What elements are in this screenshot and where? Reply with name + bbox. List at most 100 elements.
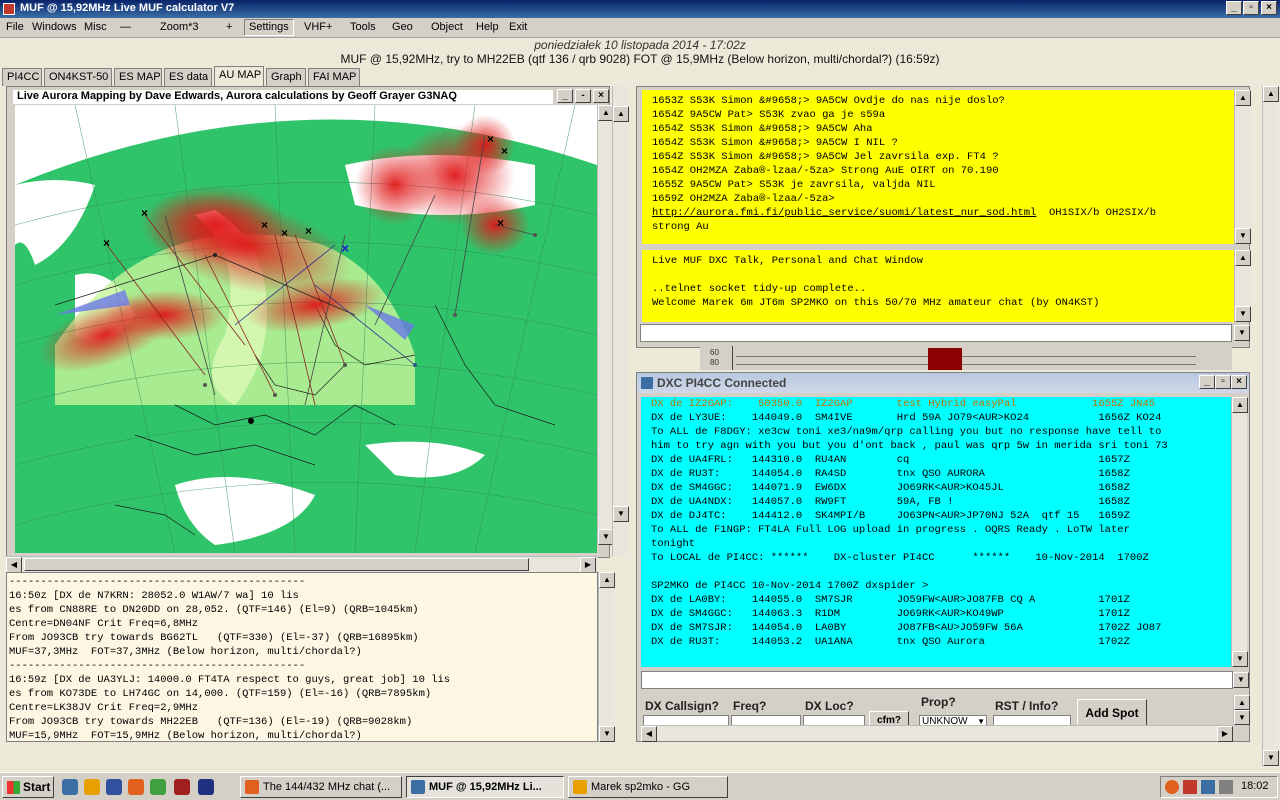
chat-bottom-scroll-up[interactable]: ▲: [1235, 250, 1251, 266]
chat-bottom-vscroll[interactable]: ▲ ▼: [1234, 250, 1251, 322]
dxc-form-scroll-down[interactable]: ▼: [1234, 710, 1250, 725]
dxc-close-button[interactable]: ×: [1231, 375, 1247, 389]
map-close-button[interactable]: ×: [593, 89, 609, 103]
menu-object[interactable]: Object: [431, 21, 463, 33]
chrome-icon[interactable]: [150, 779, 166, 795]
dxc-scroll-down[interactable]: ▼: [1232, 651, 1248, 667]
prop-label: Prop?: [921, 695, 956, 709]
app-quick-icon[interactable]: [174, 779, 190, 795]
menu-settings[interactable]: Settings: [244, 19, 294, 36]
task-chat[interactable]: The 144/432 MHz chat (...: [240, 776, 402, 798]
chat-messages: 1653Z S53K Simon &#9658;> 9A5CW Ovdje do…: [642, 90, 1234, 244]
map-scroll-right[interactable]: ▶: [580, 557, 596, 573]
main-scroll-up[interactable]: ▲: [1263, 86, 1279, 102]
mid-scroll-up[interactable]: ▲: [613, 106, 629, 122]
chat-top-vscroll[interactable]: ▲ ▼: [1234, 90, 1251, 244]
tab-graph[interactable]: Graph: [266, 68, 306, 86]
save-icon[interactable]: [106, 779, 122, 795]
firefox-icon[interactable]: [128, 779, 144, 795]
menu-geo[interactable]: Geo: [392, 21, 413, 33]
tab-pi4cc[interactable]: PI4CC: [2, 68, 42, 86]
aurora-map-panel: Live Aurora Mapping by Dave Edwards, Aur…: [6, 86, 614, 558]
dxc-scroll-right[interactable]: ▶: [1217, 726, 1233, 742]
dxc-vscroll[interactable]: ▲ ▼: [1231, 397, 1248, 667]
chat-input-dropdown[interactable]: ▼: [1234, 325, 1250, 341]
maximize-button[interactable]: ▫: [1243, 1, 1259, 15]
minimize-button[interactable]: _: [1226, 1, 1242, 15]
mid-vscroll[interactable]: ▲ ▼: [612, 86, 629, 556]
start-button[interactable]: Start: [2, 776, 54, 798]
map-scroll-left[interactable]: ◀: [6, 557, 22, 573]
svg-text:×: ×: [341, 240, 349, 256]
dxc-spot-line: him to try agn with you but you d'ont ba…: [651, 440, 1168, 452]
menu-dash[interactable]: —: [120, 21, 131, 33]
dxc-command-input[interactable]: [641, 671, 1233, 689]
level-bar: [928, 348, 962, 370]
dxc-scroll-up[interactable]: ▲: [1232, 397, 1248, 413]
mid-scroll-down[interactable]: ▼: [613, 506, 629, 522]
window-title: MUF @ 15,92MHz Live MUF calculator V7: [20, 2, 235, 14]
menu-misc[interactable]: Misc: [84, 21, 107, 33]
tab-on4kst-50[interactable]: ON4KST-50: [44, 68, 112, 86]
tab-fai-map[interactable]: FAI MAP: [308, 68, 360, 86]
menu-windows[interactable]: Windows: [32, 21, 77, 33]
sdr-icon[interactable]: [198, 779, 214, 795]
media-icon[interactable]: [84, 779, 100, 795]
svg-text:×: ×: [497, 216, 504, 230]
chat-top-scroll-down[interactable]: ▼: [1235, 228, 1251, 244]
menu-exit[interactable]: Exit: [509, 21, 527, 33]
dxc-maximize-button[interactable]: ▫: [1215, 375, 1231, 389]
ie-icon[interactable]: [62, 779, 78, 795]
add-spot-button[interactable]: Add Spot: [1077, 699, 1147, 727]
aurora-map[interactable]: × × × × × × × × ×: [15, 105, 597, 553]
dxc-hscroll[interactable]: ◀ ▶: [641, 725, 1233, 742]
dxc-icon: [641, 377, 653, 389]
aurora-link[interactable]: http://aurora.fmi.fi/public_service/suom…: [652, 207, 1036, 219]
main-scroll-down[interactable]: ▼: [1263, 750, 1279, 766]
map-hscroll-thumb[interactable]: [24, 558, 529, 571]
menu-file[interactable]: File: [6, 21, 24, 33]
dxc-input-dropdown[interactable]: ▼: [1233, 672, 1249, 688]
menu-help[interactable]: Help: [476, 21, 499, 33]
log-vscroll[interactable]: ▲ ▼: [598, 572, 615, 742]
menu-tools[interactable]: Tools: [350, 21, 376, 33]
chat-top-scroll-up[interactable]: ▲: [1235, 90, 1251, 106]
menu-zoom[interactable]: Zoom*3: [160, 21, 199, 33]
map-restore-button[interactable]: -: [575, 89, 591, 103]
dxc-spot-line: DX de RU3T: 144053.2 UA1ANA tnx QSO Auro…: [651, 636, 1130, 648]
dxc-form-vscroll[interactable]: ▲ ▼: [1233, 695, 1250, 725]
chat-input[interactable]: [640, 324, 1232, 342]
tray-icon-2[interactable]: [1183, 780, 1197, 794]
chat-line: 1654Z S53K Simon &#9658;> 9A5CW I NIL ?: [652, 137, 898, 149]
svg-text:×: ×: [103, 236, 110, 250]
close-button[interactable]: ×: [1261, 1, 1277, 15]
task-muf[interactable]: MUF @ 15,92MHz Li...: [406, 776, 564, 798]
dxc-form-scroll-up[interactable]: ▲: [1234, 695, 1250, 710]
log-scroll-down[interactable]: ▼: [599, 726, 615, 742]
tray-icon-1[interactable]: [1165, 780, 1179, 794]
dxc-spot-line: DX de UA4NDX: 144057.0 RW9FT 59A, FB ! 1…: [651, 496, 1130, 508]
tab-au-map[interactable]: AU MAP: [214, 66, 264, 86]
window-titlebar: MUF @ 15,92MHz Live MUF calculator V7 _ …: [0, 0, 1280, 18]
tab-es-data[interactable]: ES data: [164, 68, 212, 86]
menu-plus[interactable]: +: [226, 21, 232, 33]
log-line: 16:59z [DX de UA3YLJ: 14000.0 FT4TA resp…: [9, 674, 451, 686]
menu-vhf[interactable]: VHF+: [304, 21, 332, 33]
main-vscroll[interactable]: ▲ ▼: [1262, 86, 1279, 766]
dxc-scroll-left[interactable]: ◀: [641, 726, 657, 742]
chat-line: 1654Z S53K Simon &#9658;> 9A5CW Aha: [652, 123, 873, 135]
map-hscroll[interactable]: ◀ ▶: [6, 556, 598, 573]
chat-bottom-scroll-down[interactable]: ▼: [1235, 306, 1251, 322]
tab-es-map[interactable]: ES MAP: [114, 68, 162, 86]
muf-summary: MUF @ 15,92MHz, try to MH22EB (qtf 136 /…: [340, 52, 940, 66]
dxc-spot-line: DX de LY3UE: 144049.0 SM4IVE Hrd 59A JO7…: [651, 412, 1162, 424]
map-minimize-button[interactable]: _: [557, 89, 573, 103]
log-scroll-up[interactable]: ▲: [599, 572, 615, 588]
tray-icon-3[interactable]: [1201, 780, 1215, 794]
gg-task-icon: [573, 780, 587, 794]
volume-icon[interactable]: [1219, 780, 1233, 794]
dxc-minimize-button[interactable]: _: [1199, 375, 1215, 389]
map-vscroll[interactable]: ▲ ▼: [597, 105, 614, 545]
chat-line: Live MUF DXC Talk, Personal and Chat Win…: [652, 255, 923, 267]
task-gg[interactable]: Marek sp2mko - GG: [568, 776, 728, 798]
